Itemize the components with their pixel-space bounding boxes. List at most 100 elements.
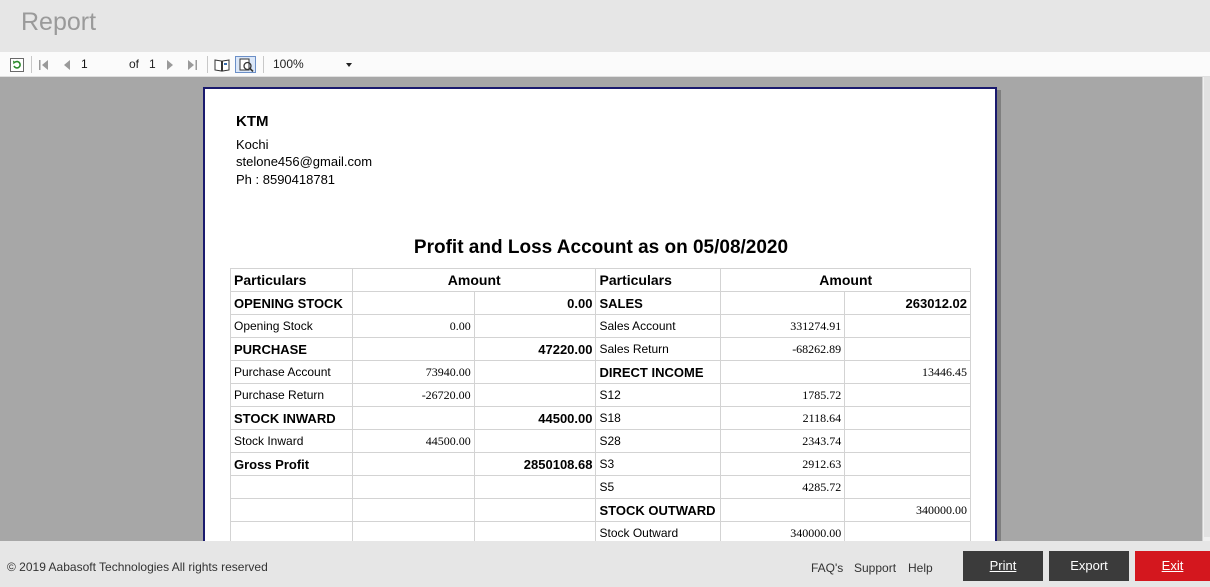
faq-link[interactable]: FAQ's	[811, 561, 843, 575]
amount-cell: 2118.64	[720, 406, 846, 430]
exit-button[interactable]: Exit	[1135, 551, 1210, 581]
table-row: Stock Outward 340000.00	[230, 521, 971, 541]
company-name: KTM	[236, 113, 269, 130]
scrollbar-thumb[interactable]	[1204, 77, 1210, 537]
particulars-cell: STOCK INWARD	[230, 406, 353, 430]
table-row: OPENING STOCK 0.00 SALES 263012.02	[230, 291, 971, 315]
header-amount: Amount	[720, 268, 971, 292]
vertical-scrollbar[interactable]	[1202, 77, 1210, 541]
table-row: S5 4285.72	[230, 475, 971, 499]
particulars-cell: Purchase Return	[230, 383, 353, 407]
particulars-cell: Stock Outward	[595, 521, 722, 541]
zoom-value: 100%	[273, 57, 304, 71]
profit-loss-table: Particulars Amount Particulars Amount OP…	[230, 268, 971, 541]
amount-cell	[844, 429, 971, 453]
amount-cell: 263012.02	[844, 291, 971, 315]
amount-cell	[844, 475, 971, 499]
prev-page-icon[interactable]	[59, 56, 75, 73]
last-page-icon[interactable]	[184, 56, 200, 73]
particulars-cell: S12	[595, 383, 722, 407]
particulars-cell: Sales Account	[595, 314, 722, 338]
zoom-select[interactable]: 100%	[270, 55, 356, 74]
amount-cell	[351, 337, 475, 361]
company-city: Kochi	[236, 137, 269, 152]
next-page-icon[interactable]	[162, 56, 178, 73]
amount-cell	[473, 314, 597, 338]
amount-cell: 73940.00	[351, 360, 475, 384]
amount-cell	[473, 360, 597, 384]
amount-cell	[720, 291, 846, 315]
amount-cell	[844, 452, 971, 476]
particulars-cell: Purchase Account	[230, 360, 353, 384]
footer-bar: © 2019 Aabasoft Technologies All rights …	[0, 541, 1210, 587]
table-row: Opening Stock 0.00 Sales Account 331274.91	[230, 314, 971, 338]
particulars-cell: DIRECT INCOME	[595, 360, 722, 384]
help-link[interactable]: Help	[908, 561, 933, 575]
company-email: stelone456@gmail.com	[236, 154, 373, 169]
table-row: STOCK INWARD 44500.00 S18 2118.64	[230, 406, 971, 430]
particulars-cell: STOCK OUTWARD	[595, 498, 722, 522]
amount-cell: -26720.00	[351, 383, 475, 407]
amount-cell: 331274.91	[720, 314, 846, 338]
toolbar-separator	[31, 56, 32, 73]
amount-cell: 340000.00	[720, 521, 846, 541]
amount-cell	[473, 383, 597, 407]
amount-cell: 44500.00	[351, 429, 475, 453]
amount-cell: 0.00	[473, 291, 597, 315]
print-button[interactable]: Print	[963, 551, 1043, 581]
first-page-icon[interactable]	[36, 56, 52, 73]
particulars-cell	[230, 475, 353, 499]
page-number-input[interactable]: 1	[81, 56, 121, 73]
window-title: Report	[21, 8, 97, 36]
amount-cell	[720, 360, 846, 384]
export-button[interactable]: Export	[1049, 551, 1129, 581]
amount-cell	[351, 291, 475, 315]
of-label: of	[129, 57, 140, 71]
amount-cell	[720, 498, 846, 522]
amount-cell: 340000.00	[844, 498, 971, 522]
copyright-text: © 2019 Aabasoft Technologies All rights …	[7, 560, 268, 574]
amount-cell: 44500.00	[473, 406, 597, 430]
amount-cell: 4285.72	[720, 475, 846, 499]
particulars-cell: S18	[595, 406, 722, 430]
company-phone: Ph : 8590418781	[236, 172, 336, 187]
table-row: Stock Inward 44500.00 S28 2343.74	[230, 429, 971, 453]
table-row: PURCHASE 47220.00 Sales Return -68262.89	[230, 337, 971, 361]
header-particulars: Particulars	[230, 268, 353, 292]
page-setup-icon[interactable]	[213, 56, 231, 73]
amount-cell: 13446.45	[844, 360, 971, 384]
amount-cell	[844, 383, 971, 407]
table-row: Purchase Return -26720.00 S12 1785.72	[230, 383, 971, 407]
report-title: Profit and Loss Account as on 05/08/2020	[413, 237, 789, 258]
amount-cell	[844, 337, 971, 361]
particulars-cell: Stock Inward	[230, 429, 353, 453]
table-row: Purchase Account 73940.00 DIRECT INCOME 134…	[230, 360, 971, 384]
amount-cell	[351, 521, 475, 541]
amount-cell: 2850108.68	[473, 452, 597, 476]
amount-cell	[351, 498, 475, 522]
amount-cell	[473, 429, 597, 453]
window-titlebar: Report	[0, 0, 1210, 52]
refresh-icon[interactable]	[8, 56, 26, 73]
amount-cell	[844, 521, 971, 541]
particulars-cell: S3	[595, 452, 722, 476]
particulars-cell: Sales Return	[595, 337, 722, 361]
toolbar-separator	[263, 56, 264, 73]
toolbar-separator	[207, 56, 208, 73]
amount-cell	[351, 452, 475, 476]
particulars-cell: S28	[595, 429, 722, 453]
amount-cell	[351, 475, 475, 499]
amount-cell	[844, 314, 971, 338]
particulars-cell: SALES	[595, 291, 722, 315]
amount-cell: 2343.74	[720, 429, 846, 453]
amount-cell	[473, 475, 597, 499]
support-link[interactable]: Support	[854, 561, 896, 575]
particulars-cell: Gross Profit	[230, 452, 353, 476]
print-layout-icon[interactable]	[235, 56, 256, 73]
amount-cell: -68262.89	[720, 337, 846, 361]
table-body: OPENING STOCK 0.00 SALES 263012.02 Opening S…	[230, 291, 971, 541]
table-row: STOCK OUTWARD 340000.00	[230, 498, 971, 522]
particulars-cell	[230, 521, 353, 541]
report-viewport[interactable]: KTM Kochi stelone456@gmail.com Ph : 8590…	[0, 77, 1202, 541]
header-amount: Amount	[351, 268, 597, 292]
